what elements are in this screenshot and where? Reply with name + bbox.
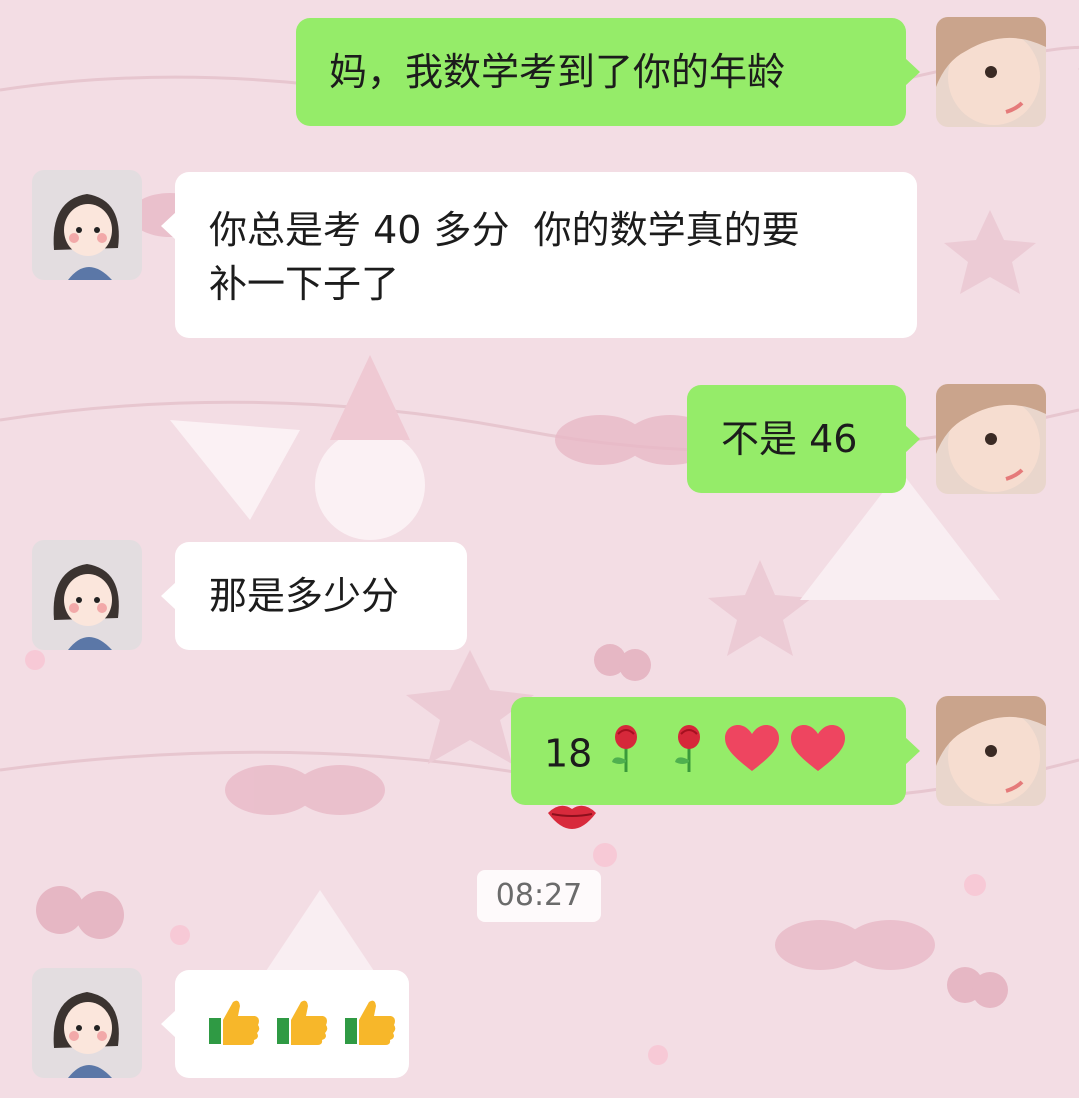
thumbs-up-icon (209, 998, 261, 1060)
contact-avatar[interactable] (32, 968, 142, 1078)
contact-avatar[interactable] (32, 540, 142, 650)
message-text: 妈，我数学考到了你的年龄 (329, 50, 786, 94)
contact-avatar[interactable] (32, 170, 142, 280)
message-text: 你总是考 40 多分 你的数学真的要 补一下子了 (209, 208, 800, 306)
message-text: 那是多少分 (209, 574, 400, 618)
rose-icon (671, 724, 707, 788)
my-avatar[interactable] (936, 696, 1046, 806)
message-text: 不是 46 (721, 417, 858, 461)
heart-icon (790, 725, 845, 787)
message-bubble-incoming[interactable]: 你总是考 40 多分 你的数学真的要 补一下子了 (161, 172, 917, 338)
my-avatar[interactable] (936, 384, 1046, 494)
message-bubble-outgoing[interactable]: 妈，我数学考到了你的年龄 (296, 18, 920, 126)
lips-icon (546, 791, 598, 845)
thumbs-up-icon (277, 998, 329, 1060)
chat-background (0, 0, 1079, 1098)
timestamp-label: 08:27 (477, 870, 601, 922)
thumbs-up-icon (345, 998, 397, 1060)
my-avatar[interactable] (936, 17, 1046, 127)
message-text: 18 (544, 731, 593, 776)
message-bubble-outgoing[interactable]: 18 (511, 697, 920, 829)
message-bubble-incoming[interactable]: 那是多少分 (161, 542, 467, 650)
rose-icon (608, 724, 644, 788)
message-bubble-outgoing[interactable]: 不是 46 (687, 385, 920, 493)
heart-icon (724, 725, 779, 787)
message-bubble-incoming[interactable] (161, 970, 409, 1078)
